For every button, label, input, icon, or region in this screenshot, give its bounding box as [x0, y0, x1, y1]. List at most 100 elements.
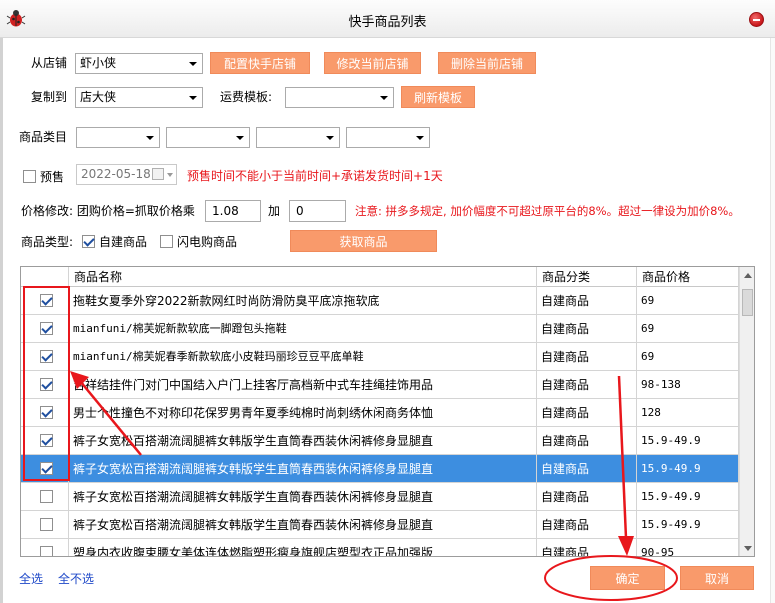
chevron-down-icon: [380, 96, 388, 100]
product-category-cell: 自建商品: [537, 371, 637, 399]
product-category-cell: 自建商品: [537, 343, 637, 371]
price-formula-label: 价格修改: 团购价格=抓取价格乘: [21, 204, 195, 218]
type-self-checkbox[interactable]: [82, 235, 95, 248]
row-checkbox-cell: [21, 483, 69, 511]
source-shop-value: 虾小侠: [80, 56, 117, 70]
product-price-cell: 90-95: [637, 539, 739, 556]
table-row[interactable]: 塑身内衣收腹束腰女美体连体燃脂塑形瘦身旗舰店塑型衣正品加强版 自建商品 90-95: [21, 539, 739, 556]
row-checkbox-cell: [21, 287, 69, 315]
row-checkbox[interactable]: [40, 490, 53, 503]
product-name-cell: 裤子女宽松百搭潮流阔腿裤女韩版学生直筒春西装休闲裤修身显腿直: [69, 455, 537, 483]
row-checkbox-cell: [21, 539, 69, 556]
product-price-cell: 69: [637, 287, 739, 315]
row-checkbox[interactable]: [40, 434, 53, 447]
source-shop-label: 从店铺: [31, 56, 68, 70]
table-row[interactable]: 裤子女宽松百搭潮流阔腿裤女韩版学生直筒春西装休闲裤修身显腿直 自建商品 15.9-4…: [21, 511, 739, 539]
product-name-cell: 塑身内衣收腹束腰女美体连体燃脂塑形瘦身旗舰店塑型衣正品加强版: [69, 539, 537, 556]
fetch-products-button[interactable]: 获取商品: [290, 230, 437, 252]
row-checkbox-cell: [21, 371, 69, 399]
row-checkbox[interactable]: [40, 462, 53, 475]
product-category-cell: 自建商品: [537, 539, 637, 556]
shipping-template-select[interactable]: [285, 87, 394, 108]
table-row[interactable]: 吉祥结挂件门对门中国结入户门上挂客厅高档新中式车挂绳挂饰用品 自建商品 98-138: [21, 371, 739, 399]
product-category-cell: 自建商品: [537, 287, 637, 315]
calendar-icon: [152, 168, 164, 180]
delete-shop-button[interactable]: 删除当前店铺: [438, 52, 536, 74]
category-select-4[interactable]: [346, 127, 430, 148]
table-body: 拖鞋女夏季外穿2022新款网红时尚防滑防臭平底凉拖软底 自建商品 69 mianfun…: [21, 287, 739, 556]
edit-shop-button[interactable]: 修改当前店铺: [324, 52, 421, 74]
header-checkbox-column: [21, 267, 69, 287]
product-price-cell: 15.9-49.9: [637, 483, 739, 511]
close-window-button[interactable]: [749, 12, 764, 27]
product-price-cell: 128: [637, 399, 739, 427]
presale-date-picker[interactable]: 2022-05-18: [76, 164, 177, 185]
row-checkbox[interactable]: [40, 518, 53, 531]
scrollbar-thumb[interactable]: [742, 289, 753, 316]
table-row[interactable]: mianfuni/棉芙妮新款软底一脚蹬包头拖鞋 自建商品 69: [21, 315, 739, 343]
category-select-2[interactable]: [166, 127, 250, 148]
product-price-cell: 98-138: [637, 371, 739, 399]
presale-warning: 预售时间不能小于当前时间+承诺发货时间+1天: [187, 169, 443, 183]
product-name-cell: 裤子女宽松百搭潮流阔腿裤女韩版学生直筒春西装休闲裤修身显腿直: [69, 511, 537, 539]
table-row[interactable]: 裤子女宽松百搭潮流阔腿裤女韩版学生直筒春西装休闲裤修身显腿直 自建商品 15.9-4…: [21, 455, 739, 483]
header-product-price[interactable]: 商品价格: [637, 267, 739, 287]
table-row[interactable]: mianfuni/棉芙妮春季新款软底小皮鞋玛丽珍豆豆平底单鞋 自建商品 69: [21, 343, 739, 371]
row-checkbox-cell: [21, 455, 69, 483]
row-checkbox-cell: [21, 511, 69, 539]
row-checkbox[interactable]: [40, 378, 53, 391]
product-category-cell: 自建商品: [537, 427, 637, 455]
row-checkbox[interactable]: [40, 546, 53, 556]
scroll-down-icon[interactable]: [744, 546, 752, 551]
type-flash-checkbox[interactable]: [160, 235, 173, 248]
price-add-input[interactable]: 0: [289, 200, 346, 222]
config-shop-button[interactable]: 配置快手店铺: [210, 52, 310, 74]
product-price-cell: 15.9-49.9: [637, 455, 739, 483]
row-checkbox[interactable]: [40, 322, 53, 335]
row-checkbox-cell: [21, 315, 69, 343]
copy-to-select[interactable]: 店大侠: [75, 87, 203, 108]
row-checkbox[interactable]: [40, 406, 53, 419]
row-checkbox[interactable]: [40, 294, 53, 307]
refresh-template-button[interactable]: 刷新模板: [401, 86, 475, 108]
category-label: 商品类目: [19, 130, 68, 144]
chevron-down-icon: [189, 62, 197, 66]
table-row[interactable]: 裤子女宽松百搭潮流阔腿裤女韩版学生直筒春西装休闲裤修身显腿直 自建商品 15.9-4…: [21, 427, 739, 455]
product-table: 商品名称 商品分类 商品价格 拖鞋女夏季外穿2022新款网红时尚防滑防臭平底凉拖…: [20, 266, 755, 557]
table-row[interactable]: 男士个性撞色不对称印花保罗男青年夏季纯棉时尚刺绣休闲商务体恤 自建商品 128: [21, 399, 739, 427]
cancel-button[interactable]: 取消: [680, 566, 754, 590]
row-checkbox[interactable]: [40, 350, 53, 363]
chevron-down-icon: [189, 96, 197, 100]
select-all-link[interactable]: 全选: [19, 570, 43, 587]
select-none-link[interactable]: 全不选: [58, 570, 94, 587]
header-product-category[interactable]: 商品分类: [537, 267, 637, 287]
row-checkbox-cell: [21, 399, 69, 427]
title-bar: 快手商品列表: [0, 0, 775, 38]
price-multiplier-input[interactable]: 1.08: [205, 200, 261, 222]
presale-label: 预售: [40, 170, 65, 184]
product-name-cell: mianfuni/棉芙妮春季新款软底小皮鞋玛丽珍豆豆平底单鞋: [69, 343, 537, 371]
product-price-cell: 69: [637, 343, 739, 371]
product-name-cell: 裤子女宽松百搭潮流阔腿裤女韩版学生直筒春西装休闲裤修身显腿直: [69, 483, 537, 511]
product-name-cell: mianfuni/棉芙妮新款软底一脚蹬包头拖鞋: [69, 315, 537, 343]
copy-to-label: 复制到: [31, 90, 68, 104]
chevron-down-icon: [146, 136, 154, 140]
product-name-cell: 吉祥结挂件门对门中国结入户门上挂客厅高档新中式车挂绳挂饰用品: [69, 371, 537, 399]
presale-checkbox[interactable]: [23, 170, 36, 183]
window-edge-right: [770, 38, 775, 603]
row-checkbox-cell: [21, 427, 69, 455]
table-vertical-scrollbar[interactable]: [739, 267, 754, 556]
chevron-down-icon: [236, 136, 244, 140]
window-title: 快手商品列表: [348, 15, 427, 30]
table-row[interactable]: 裤子女宽松百搭潮流阔腿裤女韩版学生直筒春西装休闲裤修身显腿直 自建商品 15.9-4…: [21, 483, 739, 511]
header-product-name[interactable]: 商品名称: [69, 267, 537, 287]
category-select-3[interactable]: [256, 127, 340, 148]
scroll-up-icon[interactable]: [744, 273, 752, 278]
shipping-template-label: 运费模板:: [220, 90, 273, 104]
product-type-label: 商品类型:: [21, 235, 74, 249]
category-select-1[interactable]: [76, 127, 160, 148]
product-name-cell: 拖鞋女夏季外穿2022新款网红时尚防滑防臭平底凉拖软底: [69, 287, 537, 315]
confirm-button[interactable]: 确定: [590, 566, 665, 590]
source-shop-select[interactable]: 虾小侠: [75, 53, 203, 74]
table-row[interactable]: 拖鞋女夏季外穿2022新款网红时尚防滑防臭平底凉拖软底 自建商品 69: [21, 287, 739, 315]
